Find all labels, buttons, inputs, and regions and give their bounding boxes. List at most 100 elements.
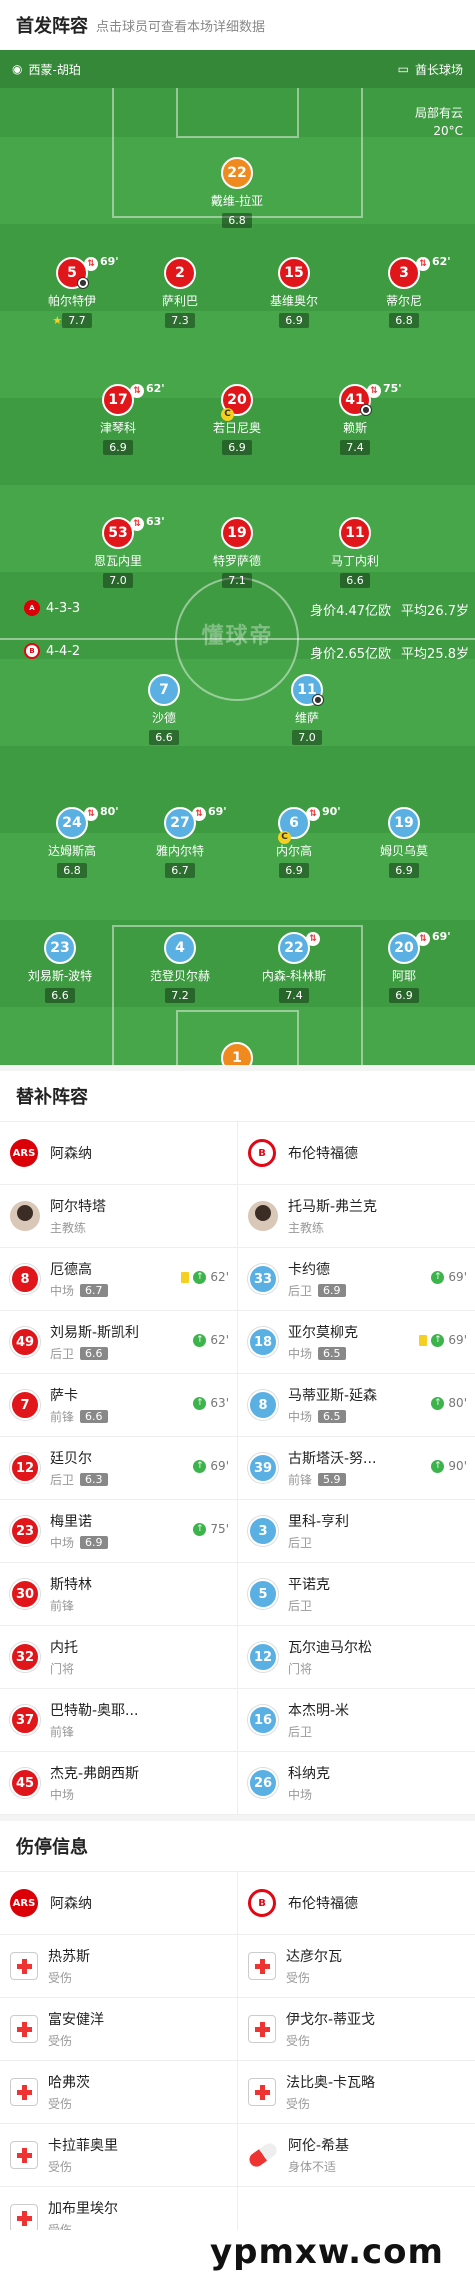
- injury-row[interactable]: 达彦尔瓦 受伤: [238, 1935, 475, 1998]
- player-away[interactable]: 1弗莱肯7.2: [192, 1042, 282, 1065]
- shirt-number: 12: [10, 1453, 40, 1483]
- player-home[interactable]: 17 ⇅ 62' 津琴科 6.9: [73, 382, 165, 455]
- player-away[interactable]: 4 范登贝尔赫 7.2: [135, 932, 225, 1003]
- player-away[interactable]: 11 ● 维萨 7.0: [262, 674, 352, 745]
- coach-row[interactable]: 托马斯-弗兰克 主教练: [238, 1185, 475, 1248]
- away-formation: B 4-4-2: [24, 643, 80, 659]
- injury-row[interactable]: 富安健洋 受伤: [0, 1998, 237, 2061]
- player-rating: 6.9: [279, 313, 309, 328]
- sub-player-row[interactable]: 16 本杰明-米 后卫: [238, 1689, 475, 1752]
- team-row[interactable]: B 布伦特福德: [238, 1872, 475, 1935]
- player-name: 雅内尔特: [155, 844, 204, 858]
- player-rating: 7.2: [165, 988, 195, 1003]
- player-name: 法比奥-卡瓦略: [286, 2075, 376, 2091]
- sub-player-row[interactable]: 37 巴特勒-奥耶... 前锋: [0, 1689, 237, 1752]
- shirt-number: 45: [10, 1768, 40, 1798]
- medical-kit-icon: [248, 2078, 276, 2106]
- sub-icon: ⇅: [416, 932, 430, 946]
- sub-rating: 6.5: [318, 1347, 346, 1360]
- sub-in-icon: ↑: [193, 1270, 207, 1284]
- pitch: 懂球帝 ◉ 西蒙-胡珀 ▭ 酋长球场 局部有云 20°C A 4-3-3 身价4.47…: [0, 50, 475, 1065]
- player-position: 后卫 6.9: [288, 1282, 346, 1299]
- player-position: 中场 6.7: [50, 1282, 108, 1299]
- injury-row[interactable]: 阿伦-希基 身体不适: [238, 2124, 475, 2187]
- shirt-number: 5 ⇅ 69' ●: [56, 255, 119, 289]
- player-away[interactable]: 19 姆贝乌莫 6.9: [359, 807, 449, 878]
- sub-player-row[interactable]: 23 梅里诺 中场 6.9 ↑ 75': [0, 1500, 237, 1563]
- sub-player-row[interactable]: 33 卡约德 后卫 6.9 ↑ 69': [238, 1248, 475, 1311]
- player-rating: 6.6: [149, 730, 179, 745]
- shirt-number: 30: [10, 1579, 40, 1609]
- sub-player-row[interactable]: 8 马蒂亚斯-延森 中场 6.5 ↑ 80': [238, 1374, 475, 1437]
- medical-kit-icon: [10, 2141, 38, 2169]
- injury-row[interactable]: 哈弗茨 受伤: [0, 2061, 237, 2124]
- player-away[interactable]: 27 ⇅ 69' 雅内尔特 6.7: [135, 805, 227, 878]
- team-row[interactable]: ARS 阿森纳: [0, 1872, 237, 1935]
- sub-player-row[interactable]: 12 廷贝尔 后卫 6.3 ↑ 69': [0, 1437, 237, 1500]
- sub-player-row[interactable]: 8 厄德高 中场 6.7 ↑ 62': [0, 1248, 237, 1311]
- sub-player-row[interactable]: 12 瓦尔迪马尔松 门将: [238, 1626, 475, 1689]
- player-home[interactable]: 11 马丁内利 6.6: [310, 517, 400, 588]
- sub-player-row[interactable]: 49 刘易斯-斯凯利 后卫 6.6 ↑ 62': [0, 1311, 237, 1374]
- team-row[interactable]: ARS 阿森纳: [0, 1122, 237, 1185]
- player-away[interactable]: 23 刘易斯-波特 6.6: [15, 932, 105, 1003]
- player-name: 阿伦-希基: [288, 2138, 350, 2154]
- player-home[interactable]: 15 基维奥尔 6.9: [249, 257, 339, 328]
- sub-player-row[interactable]: 32 内托 门将: [0, 1626, 237, 1689]
- sub-time: 69': [208, 805, 227, 818]
- sub-in-icon: ↑: [431, 1396, 445, 1410]
- player-name: 巴特勒-奥耶...: [50, 1703, 139, 1719]
- injury-row[interactable]: 卡拉菲奥里 受伤: [0, 2124, 237, 2187]
- sub-player-row[interactable]: 18 亚尔莫柳克 中场 6.5 ↑ 69': [238, 1311, 475, 1374]
- player-home[interactable]: 22 戴维-拉亚 6.8: [192, 157, 282, 228]
- player-name: 厄德高: [50, 1262, 92, 1278]
- shirt-number: 4: [164, 932, 196, 964]
- player-name: 蒂尔尼: [385, 294, 422, 308]
- player-away[interactable]: 20 ⇅ 69' 阿耶 6.9: [359, 930, 451, 1003]
- player-name: 刘易斯-波特: [27, 969, 93, 983]
- player-position: 中场 6.5: [288, 1408, 377, 1425]
- injury-row[interactable]: 热苏斯 受伤: [0, 1935, 237, 1998]
- goal-ball-icon: ●: [312, 694, 324, 706]
- team-row[interactable]: B 布伦特福德: [238, 1122, 475, 1185]
- sub-player-row[interactable]: 39 古斯塔沃-努... 前锋 5.9 ↑ 90': [238, 1437, 475, 1500]
- player-home[interactable]: 19 特罗萨德 7.1: [192, 517, 282, 588]
- shirt-number: 19: [388, 807, 420, 839]
- sub-player-row[interactable]: 5 平诺克 后卫: [238, 1563, 475, 1626]
- player-rating: 6.7: [165, 863, 195, 878]
- player-away[interactable]: 7 沙德 6.6: [119, 674, 209, 745]
- medical-kit-icon: [248, 2015, 276, 2043]
- sub-icon: ⇅: [367, 384, 381, 398]
- player-away[interactable]: 6 ⇅ 90' C 内尔高 6.9: [249, 805, 341, 878]
- sub-player-row[interactable]: 26 科纳克 中场: [238, 1752, 475, 1815]
- sub-player-row[interactable]: 3 里科-亨利 后卫: [238, 1500, 475, 1563]
- goal-ball-icon: ●: [77, 277, 89, 289]
- player-home[interactable]: 20 C 若日尼奥 6.9: [192, 384, 282, 455]
- injury-row[interactable]: 法比奥-卡瓦略 受伤: [238, 2061, 475, 2124]
- player-name: 萨利巴: [161, 294, 198, 308]
- player-position: 中场: [288, 1788, 313, 1802]
- sub-player-row[interactable]: 45 杰克-弗朗西斯 中场: [0, 1752, 237, 1815]
- player-name: 恩瓦内里: [93, 554, 142, 568]
- sub-time: ↑ 69': [419, 1333, 467, 1347]
- player-position: 后卫: [288, 1725, 313, 1739]
- sub-player-row[interactable]: 30 斯特林 前锋: [0, 1563, 237, 1626]
- sub-player-row[interactable]: 7 萨卡 前锋 6.6 ↑ 63': [0, 1374, 237, 1437]
- player-rating: 6.6: [45, 988, 75, 1003]
- player-away[interactable]: 24 ⇅ 80' 达姆斯高 6.8: [27, 805, 119, 878]
- shirt-number: 18: [248, 1327, 278, 1357]
- player-name: 帕尔特伊: [47, 294, 96, 308]
- coach-row[interactable]: 阿尔特塔 主教练: [0, 1185, 237, 1248]
- player-home[interactable]: 41 ⇅ 75' ● 赖斯 7.4: [310, 382, 402, 455]
- injury-row[interactable]: 伊戈尔-蒂亚戈 受伤: [238, 1998, 475, 2061]
- sub-in-icon: ↑: [431, 1459, 445, 1473]
- sub-time: ↑ 69': [431, 1270, 467, 1284]
- player-position: 中场 6.5: [288, 1345, 358, 1362]
- player-home[interactable]: 2 萨利巴 7.3: [135, 257, 225, 328]
- player-away[interactable]: 22 ⇅ 内森-科林斯 7.4: [249, 932, 339, 1003]
- yellow-card-icon: [419, 1334, 428, 1346]
- player-home[interactable]: 3 ⇅ 62' 蒂尔尼 6.8: [359, 255, 451, 328]
- player-home[interactable]: 53 ⇅ 63' 恩瓦内里 7.0: [73, 515, 165, 588]
- player-home[interactable]: 5 ⇅ 69' ● 帕尔特伊 ★ 7.7: [27, 255, 119, 328]
- sub-time: ↑ 75': [193, 1522, 229, 1536]
